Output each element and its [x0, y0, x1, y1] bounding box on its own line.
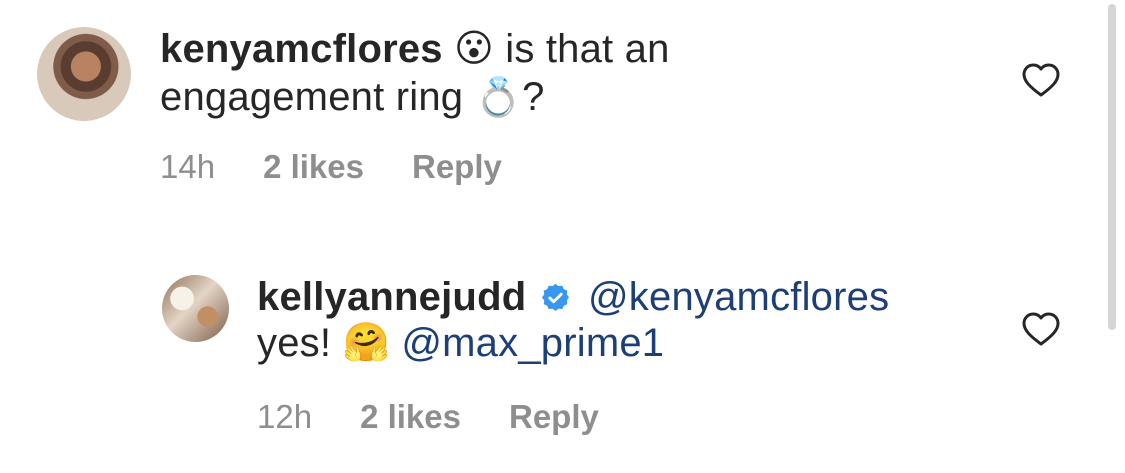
comment-item: kenyamcflores 😮 is that an engagement ri…	[0, 22, 1125, 212]
ring-emoji: 💍	[474, 76, 523, 119]
heart-icon[interactable]	[1021, 61, 1061, 101]
mention-link[interactable]: @kenyamcflores	[588, 275, 889, 319]
surprised-emoji: 😮	[454, 28, 494, 71]
reply-item: kellyannejudd @kenyamcflores yes! 🤗 @max…	[0, 270, 1125, 460]
comment-meta: 14h 2 likes Reply	[160, 150, 502, 184]
reply-button[interactable]: Reply	[509, 400, 599, 434]
mention-link[interactable]: @max_prime1	[401, 321, 664, 365]
comment-text: kenyamcflores 😮 is that an engagement ri…	[160, 26, 980, 123]
comment-body-line-1: is that an	[505, 27, 670, 71]
comment-body-end: ?	[522, 75, 545, 120]
verified-badge-icon	[541, 283, 569, 311]
scrollbar-thumb[interactable]	[1108, 4, 1116, 330]
reply-meta: 12h 2 likes Reply	[257, 400, 599, 434]
reply-button[interactable]: Reply	[412, 150, 502, 184]
hug-emoji: 🤗	[342, 322, 391, 365]
reply-username[interactable]: kellyannejudd	[257, 275, 526, 319]
comment-time: 14h	[160, 148, 216, 185]
reply-body-line-2: yes!	[257, 321, 332, 365]
heart-icon[interactable]	[1021, 310, 1061, 350]
avatar[interactable]	[37, 27, 131, 121]
comment-likes[interactable]: 2 likes	[263, 150, 364, 184]
comment-body-line-2: engagement ring	[160, 75, 464, 120]
avatar[interactable]	[162, 275, 229, 342]
reply-likes[interactable]: 2 likes	[360, 400, 461, 434]
reply-time: 12h	[257, 398, 313, 435]
comment-username[interactable]: kenyamcflores	[160, 27, 443, 71]
reply-text: kellyannejudd @kenyamcflores yes! 🤗 @max…	[257, 274, 977, 368]
